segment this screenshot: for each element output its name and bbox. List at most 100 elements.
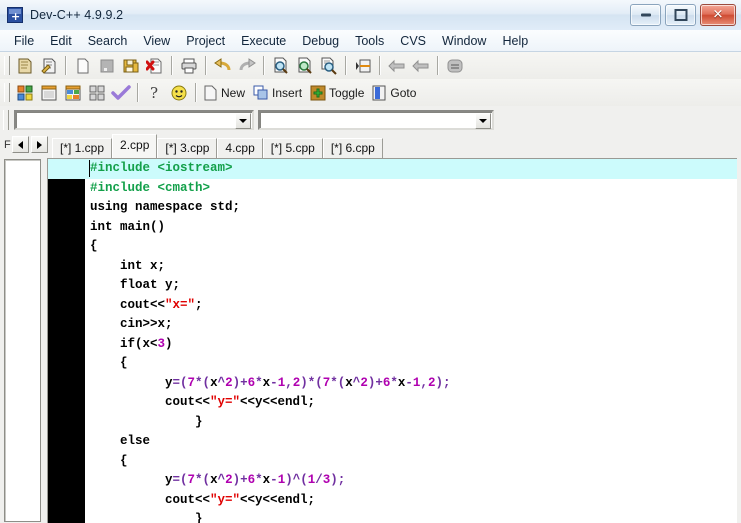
chevron-down-icon[interactable] (475, 113, 491, 129)
menu-item-execute[interactable]: Execute (233, 32, 294, 50)
code-token: { (90, 239, 98, 253)
code-line[interactable]: cout<<"x="; (89, 296, 737, 316)
new-project-icon[interactable] (13, 54, 37, 77)
print-icon[interactable] (177, 54, 201, 77)
editor-tab-4.cpp[interactable]: 4.cpp (217, 138, 263, 158)
rebuild-all-icon[interactable] (85, 81, 109, 104)
editor-tab-2.cpp[interactable]: 2.cpp (112, 134, 158, 158)
menu-item-edit[interactable]: Edit (42, 32, 80, 50)
undo-icon[interactable] (211, 54, 235, 77)
menu-item-help[interactable]: Help (494, 32, 536, 50)
code-token: cout<< (90, 492, 211, 507)
menu-item-file[interactable]: File (6, 32, 42, 50)
code-line[interactable]: y=(7*(x^2)+6*x-1)^(1/3); (89, 471, 737, 491)
compile-and-run-icon[interactable] (61, 81, 85, 104)
editor-area: #include <iostream> #include <cmath> using… (0, 158, 741, 523)
member-browser-input[interactable] (260, 111, 492, 129)
close-icon: ✕ (712, 7, 724, 23)
tab-scroll-right-button[interactable] (30, 136, 48, 153)
find-icon[interactable] (269, 54, 293, 77)
find-next-icon[interactable] (293, 54, 317, 77)
class-browser-combo[interactable] (14, 110, 254, 130)
editor-tab-5.cpp[interactable]: [*] 5.cpp (262, 138, 323, 158)
about-icon[interactable] (167, 81, 191, 104)
maximize-button[interactable] (665, 4, 696, 26)
menu-item-tools[interactable]: Tools (347, 32, 392, 50)
combo-grip[interactable] (3, 110, 9, 130)
toolbar-primary (0, 52, 741, 80)
code-token: <cmath> (157, 180, 211, 195)
menu-item-window[interactable]: Window (434, 32, 494, 50)
forward-icon[interactable] (409, 54, 433, 77)
compile-icon[interactable] (13, 81, 37, 104)
code-line[interactable]: cout<<"y="<<y<<endl; (89, 491, 737, 511)
toolbar-grip[interactable] (4, 56, 10, 75)
code-line[interactable]: if(x<3) (89, 335, 737, 355)
code-token: x (210, 473, 218, 487)
new-button[interactable]: New (201, 81, 251, 104)
editor-tab-3.cpp[interactable]: [*] 3.cpp (157, 138, 218, 158)
goto-line-icon[interactable] (351, 54, 375, 77)
menu-item-project[interactable]: Project (178, 32, 233, 50)
editor-tab-6.cpp[interactable]: [*] 6.cpp (322, 138, 383, 158)
replace-icon[interactable] (317, 54, 341, 77)
code-content[interactable]: #include <iostream> #include <cmath> using… (48, 159, 737, 523)
syntax-check-icon[interactable] (109, 81, 133, 104)
code-token: x (345, 375, 353, 390)
chevron-down-icon[interactable] (235, 113, 251, 129)
class-browser-input[interactable] (16, 111, 252, 129)
code-line[interactable]: else (89, 432, 737, 452)
editor-tab-1.cpp[interactable]: [*] 1.cpp (52, 138, 113, 158)
toolbar-grip[interactable] (4, 83, 10, 102)
code-line[interactable]: #include <iostream> (48, 159, 737, 179)
open-file-icon[interactable] (95, 54, 119, 77)
code-editor[interactable]: #include <iostream> #include <cmath> using… (47, 158, 737, 523)
menu-item-cvs[interactable]: CVS (392, 32, 434, 50)
close-file-icon[interactable] (143, 54, 167, 77)
help-icon[interactable]: ? (143, 81, 167, 104)
toggle-icon (310, 85, 326, 100)
project-panel[interactable] (4, 159, 41, 522)
code-line[interactable]: cout<<"y="<<y<<endl; (89, 393, 737, 413)
toggle-button[interactable]: Toggle (308, 81, 370, 104)
insert-button[interactable]: Insert (251, 81, 308, 104)
code-token: 2 (225, 473, 233, 487)
menu-item-view[interactable]: View (135, 32, 178, 50)
code-line[interactable]: #include <cmath> (89, 179, 737, 199)
code-token: float y; (90, 278, 181, 292)
tab-nav: F (4, 136, 50, 153)
menu-item-search[interactable]: Search (80, 32, 136, 50)
code-line[interactable]: using namespace std; (89, 198, 737, 218)
code-token: - (270, 473, 278, 487)
new-file-icon[interactable] (71, 54, 95, 77)
tab-scroll-left-button[interactable] (11, 136, 29, 153)
menu-item-debug[interactable]: Debug (294, 32, 347, 50)
code-token: , (285, 375, 293, 390)
code-token: } (90, 512, 203, 523)
editor-gutter (48, 159, 84, 523)
redo-icon[interactable] (235, 54, 259, 77)
code-token: <<y<<endl; (240, 395, 316, 409)
code-line[interactable]: cin>>x; (89, 315, 737, 335)
back-icon[interactable] (385, 54, 409, 77)
code-line[interactable]: { (89, 452, 737, 472)
code-line[interactable]: y=(7*(x^2)+6*x-1,2)*(7*(x^2)+6*x-1,2); (89, 374, 737, 394)
code-line[interactable]: } (89, 510, 737, 523)
goto-button[interactable]: Goto (370, 81, 422, 104)
close-button[interactable]: ✕ (700, 4, 736, 26)
profile-icon[interactable] (443, 54, 467, 77)
open-project-icon[interactable] (37, 54, 61, 77)
code-token: else (90, 434, 151, 448)
member-browser-combo[interactable] (258, 110, 494, 130)
code-line[interactable]: float y; (89, 276, 737, 296)
run-icon[interactable] (37, 81, 61, 104)
toolbar-separator (137, 83, 139, 102)
code-line[interactable]: { (89, 237, 737, 257)
code-token: #include (90, 161, 158, 175)
code-line[interactable]: } (89, 413, 737, 433)
minimize-button[interactable] (630, 4, 661, 26)
code-line[interactable]: int x; (89, 257, 737, 277)
code-line[interactable]: int main() (89, 218, 737, 238)
code-line[interactable]: { (89, 354, 737, 374)
save-icon[interactable] (119, 54, 143, 77)
